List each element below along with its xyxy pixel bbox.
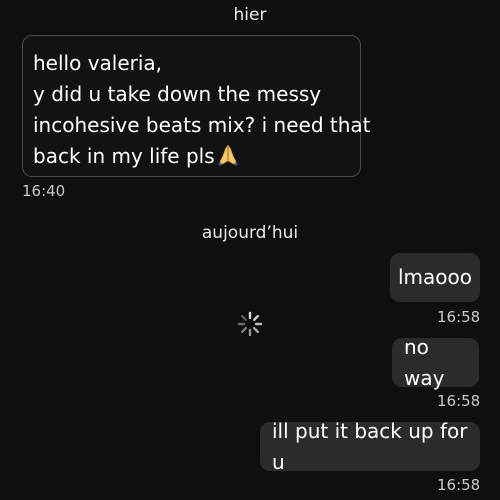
day-separator-yesterday: hier bbox=[233, 5, 267, 25]
message-text: no way bbox=[404, 334, 445, 390]
message-line: hello valeria, bbox=[33, 51, 163, 75]
message-timestamp: 16:58 bbox=[437, 308, 481, 326]
message-timestamp: 16:58 bbox=[437, 392, 481, 410]
message-text: ill put it back up for u bbox=[272, 418, 468, 474]
message-line: y did u take down the messy bbox=[33, 82, 322, 106]
spinner-icon bbox=[237, 311, 263, 337]
message-timestamp: 16:58 bbox=[437, 476, 481, 494]
message-line: incohesive beats mix? i need that bbox=[33, 113, 371, 137]
outgoing-message-bubble[interactable]: ill put it back up for u bbox=[260, 419, 480, 474]
message-timestamp: 16:40 bbox=[22, 182, 66, 200]
message-line: back in my life pls bbox=[33, 144, 215, 168]
incoming-message-bubble[interactable]: hello valeria, y did u take down the mes… bbox=[22, 35, 371, 177]
message-text: lmaooo bbox=[398, 265, 473, 289]
message-line-with-emoji: back in my life pls bbox=[33, 141, 348, 175]
outgoing-message-bubble[interactable]: no way bbox=[392, 335, 479, 390]
folded-hands-icon bbox=[217, 144, 239, 175]
outgoing-message-bubble[interactable]: lmaooo bbox=[390, 253, 480, 302]
chat-thread[interactable]: hier hello valeria, y did u take down th… bbox=[0, 0, 500, 500]
day-separator-today: aujourd’hui bbox=[201, 223, 299, 243]
